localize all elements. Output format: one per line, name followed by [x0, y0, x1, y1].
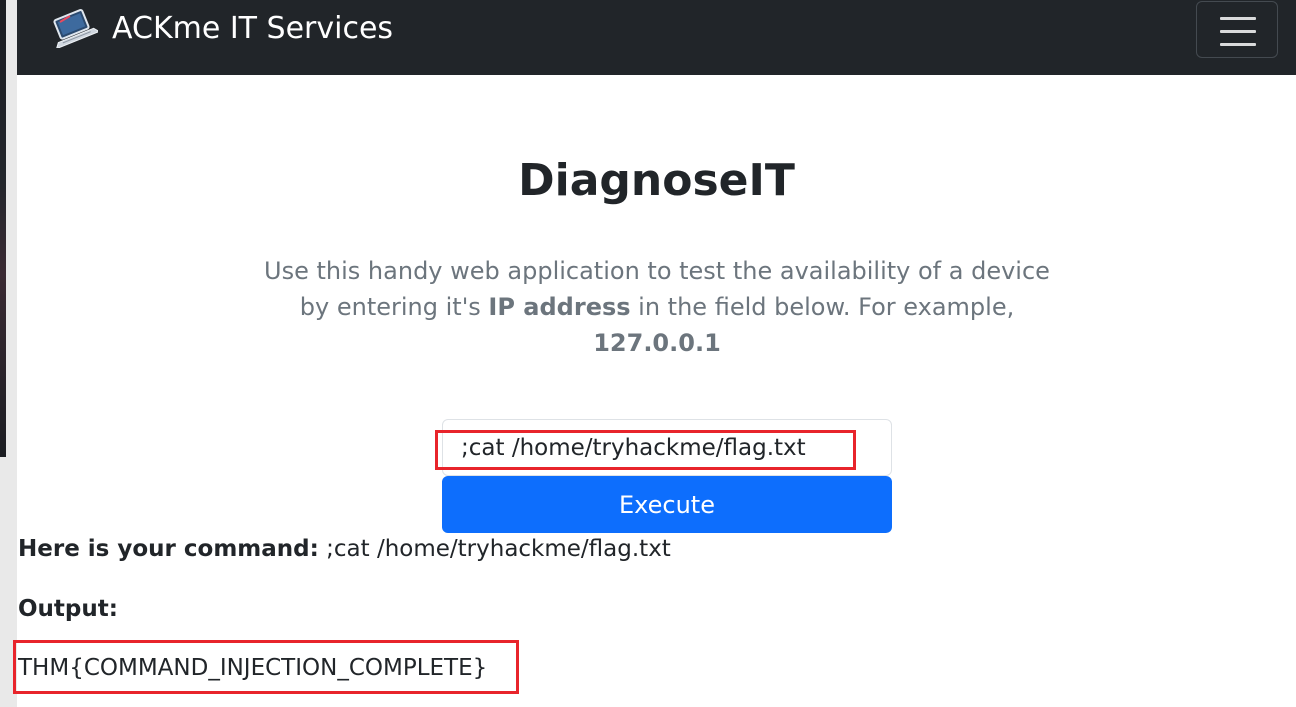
laptop-icon	[53, 9, 98, 48]
command-echo: Here is your command: ;cat /home/tryhack…	[18, 536, 671, 562]
output-label: Output:	[18, 596, 118, 622]
command-echo-label: Here is your command:	[18, 536, 319, 562]
description-example-ip: 127.0.0.1	[593, 329, 721, 357]
execute-button[interactable]: Execute	[442, 476, 892, 533]
background-window-edge	[0, 0, 17, 707]
navbar: ACKme IT Services	[17, 0, 1296, 75]
navbar-toggler-button[interactable]	[1196, 1, 1278, 58]
brand-text: ACKme IT Services	[112, 10, 394, 46]
navbar-brand[interactable]: ACKme IT Services	[48, 8, 393, 48]
page-title: DiagnoseIT	[518, 155, 795, 206]
page: ACKme IT Services DiagnoseIT Use this ha…	[13, 0, 1296, 707]
page-description: Use this handy web application to test t…	[257, 253, 1057, 361]
description-text-2: in the field below. For example,	[630, 293, 1015, 321]
output-value: THM{COMMAND_INJECTION_COMPLETE}	[18, 655, 488, 681]
ip-address-input[interactable]	[442, 419, 892, 476]
description-bold-ip: IP address	[488, 293, 631, 321]
command-echo-value: ;cat /home/tryhackme/flag.txt	[318, 536, 671, 562]
